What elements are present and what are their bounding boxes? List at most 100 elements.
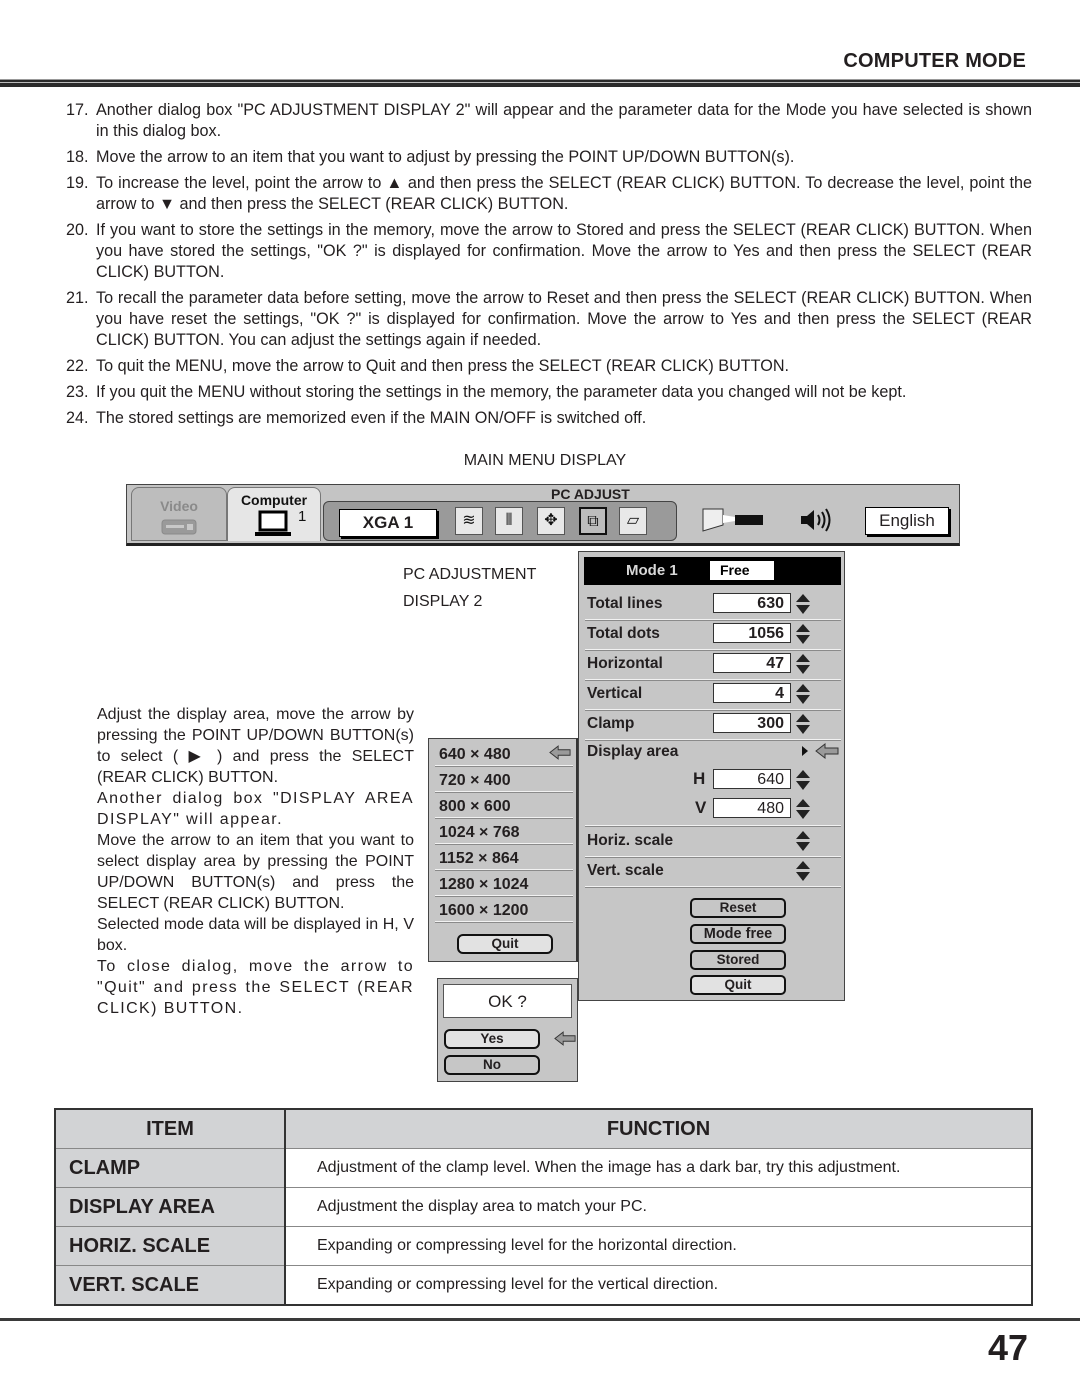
display-area-option[interactable]: 800 × 600 xyxy=(435,793,573,818)
item-cell: HORIZ. SCALE xyxy=(54,1226,286,1266)
up-down-arrows-icon[interactable] xyxy=(795,623,811,645)
item-column-header: ITEM xyxy=(54,1108,286,1149)
up-down-arrows-icon[interactable] xyxy=(795,830,811,852)
step-text: If you want to store the settings in the… xyxy=(96,221,1032,281)
item-cell: CLAMP xyxy=(54,1148,286,1188)
step-item: 24. The stored settings are memorized eve… xyxy=(66,408,1032,429)
param-label: Horiz. scale xyxy=(587,832,674,849)
step-text: Move the arrow to an item that you want … xyxy=(96,148,795,166)
reset-button[interactable]: Reset xyxy=(690,898,786,918)
explanation-paragraph: Move the arrow to an item that you want … xyxy=(97,832,414,912)
tab-computer[interactable]: Computer 1 xyxy=(227,487,321,541)
up-down-arrows-icon[interactable] xyxy=(795,860,811,882)
display-area-option[interactable]: 1280 × 1024 xyxy=(435,871,573,896)
tab-video-label: Video xyxy=(160,498,198,514)
quit-button[interactable]: Quit xyxy=(690,975,786,995)
page-number: 47 xyxy=(987,1327,1028,1368)
param-row-horiz-scale[interactable]: Horiz. scale xyxy=(585,826,841,857)
select-triangle-icon[interactable] xyxy=(801,745,809,757)
item-cell: VERT. SCALE xyxy=(54,1265,286,1306)
h-label: H xyxy=(693,769,706,788)
pointer-arrow-icon xyxy=(815,743,839,759)
param-row-vert-scale[interactable]: Vert. scale xyxy=(585,856,841,887)
display-area-dialog: 640 × 480 720 × 400 800 × 600 1024 × 768… xyxy=(428,738,578,962)
step-text: To quit the MENU, move the arrow to Quit… xyxy=(96,357,790,375)
up-down-arrows-icon[interactable] xyxy=(795,713,811,735)
param-row-total-dots[interactable]: Total dots 1056 xyxy=(585,619,841,650)
display-area-option[interactable]: 640 × 480 xyxy=(435,741,573,766)
sound-icon[interactable] xyxy=(799,507,833,533)
vcr-icon xyxy=(161,519,197,535)
table-row: DISPLAY AREA Adjustment the display area… xyxy=(54,1187,1033,1227)
explanation-paragraph: Adjust the display area, move the arrow … xyxy=(97,706,414,786)
function-cell: Adjustment the display area to match you… xyxy=(284,1187,1033,1227)
step-number: 20. xyxy=(66,221,89,239)
position-icon[interactable]: ✥ xyxy=(537,507,565,535)
step-text: If you quit the MENU without storing the… xyxy=(96,383,907,401)
function-cell: Expanding or compressing level for the h… xyxy=(284,1226,1033,1266)
step-text: The stored settings are memorized even i… xyxy=(96,409,647,427)
fine-sync-icon[interactable]: ⦀ xyxy=(495,507,523,535)
up-down-arrows-icon[interactable] xyxy=(795,653,811,675)
option-label: 1024 × 768 xyxy=(439,824,520,841)
up-down-arrows-icon[interactable] xyxy=(795,683,811,705)
ok-prompt: OK ? xyxy=(443,984,572,1018)
display-area-option[interactable]: 1024 × 768 xyxy=(435,819,573,844)
computer-input-number: 1 xyxy=(298,508,307,525)
param-label: Total dots xyxy=(587,625,660,642)
tab-video[interactable]: Video xyxy=(131,487,227,541)
screen-icon[interactable]: ▱ xyxy=(619,507,647,535)
param-value: 47 xyxy=(713,653,791,673)
mode-name-box[interactable]: XGA 1 xyxy=(339,509,437,537)
param-label: Clamp xyxy=(587,715,635,732)
param-row-clamp[interactable]: Clamp 300 xyxy=(585,709,841,740)
param-label: Vertical xyxy=(587,685,643,702)
no-button[interactable]: No xyxy=(444,1055,540,1075)
pc-adjustment-display-icon[interactable]: ⧉ xyxy=(579,507,607,535)
auto-pc-adjustment-icon[interactable]: ≋ xyxy=(455,507,483,535)
param-row-vertical[interactable]: Vertical 4 xyxy=(585,679,841,710)
option-label: 1280 × 1024 xyxy=(439,876,529,893)
param-label: Total lines xyxy=(587,595,663,612)
display-area-row[interactable]: Display area H 640 V 480 xyxy=(585,739,841,826)
up-down-arrows-icon[interactable] xyxy=(795,593,811,615)
step-number: 23. xyxy=(66,383,89,401)
step-text: To increase the level, point the arrow t… xyxy=(96,174,1032,213)
step-item: 23. If you quit the MENU without storing … xyxy=(66,382,1032,403)
option-label: 720 × 400 xyxy=(439,772,511,789)
stored-button[interactable]: Stored xyxy=(690,950,786,970)
step-text: Another dialog box "PC ADJUSTMENT DISPLA… xyxy=(96,101,1032,140)
display-area-quit-button[interactable]: Quit xyxy=(457,934,553,954)
explanation-paragraph: Another dialog box "DISPLAY AREA DISPLAY… xyxy=(97,790,414,828)
mode-value: Free xyxy=(710,561,774,580)
option-label: 800 × 600 xyxy=(439,798,511,815)
param-row-total-lines[interactable]: Total lines 630 xyxy=(585,589,841,620)
step-item: 18. Move the arrow to an item that you wa… xyxy=(66,147,1032,168)
function-cell: Expanding or compressing level for the v… xyxy=(284,1265,1033,1306)
param-label: Vert. scale xyxy=(587,862,664,879)
instruction-steps: 17. Another dialog box "PC ADJUSTMENT DIS… xyxy=(66,100,1032,434)
table-header-row: ITEM FUNCTION xyxy=(54,1108,1033,1149)
up-down-arrows-icon[interactable] xyxy=(795,769,811,791)
step-number: 17. xyxy=(66,101,89,119)
function-column-header: FUNCTION xyxy=(284,1108,1033,1149)
ok-confirm-dialog: OK ? Yes No xyxy=(437,978,578,1082)
h-value: 640 xyxy=(713,769,791,789)
param-row-horizontal[interactable]: Horizontal 47 xyxy=(585,649,841,680)
display-area-option[interactable]: 720 × 400 xyxy=(435,767,573,792)
pointer-arrow-icon xyxy=(554,1031,576,1046)
pc-adjustment-caption-line1: PC ADJUSTMENT xyxy=(403,566,537,583)
pc-adjustment-caption: PC ADJUSTMENT DISPLAY 2 xyxy=(403,561,536,615)
mode-free-button[interactable]: Mode free xyxy=(690,924,786,944)
option-label: 1152 × 864 xyxy=(439,850,519,867)
language-box[interactable]: English xyxy=(865,507,949,535)
tab-computer-label: Computer xyxy=(240,492,308,508)
display-area-option[interactable]: 1600 × 1200 xyxy=(435,897,573,922)
item-function-table: ITEM FUNCTION CLAMP Adjustment of the cl… xyxy=(54,1108,1033,1306)
step-item: 22. To quit the MENU, move the arrow to Q… xyxy=(66,356,1032,377)
main-menu-bar: Video Computer 1 PC ADJUST XGA 1 ≋ ⦀ ✥ ⧉… xyxy=(126,484,960,546)
projector-image-icon[interactable] xyxy=(701,507,769,533)
display-area-option[interactable]: 1152 × 864 xyxy=(435,845,573,870)
yes-button[interactable]: Yes xyxy=(444,1029,540,1049)
up-down-arrows-icon[interactable] xyxy=(795,798,811,820)
